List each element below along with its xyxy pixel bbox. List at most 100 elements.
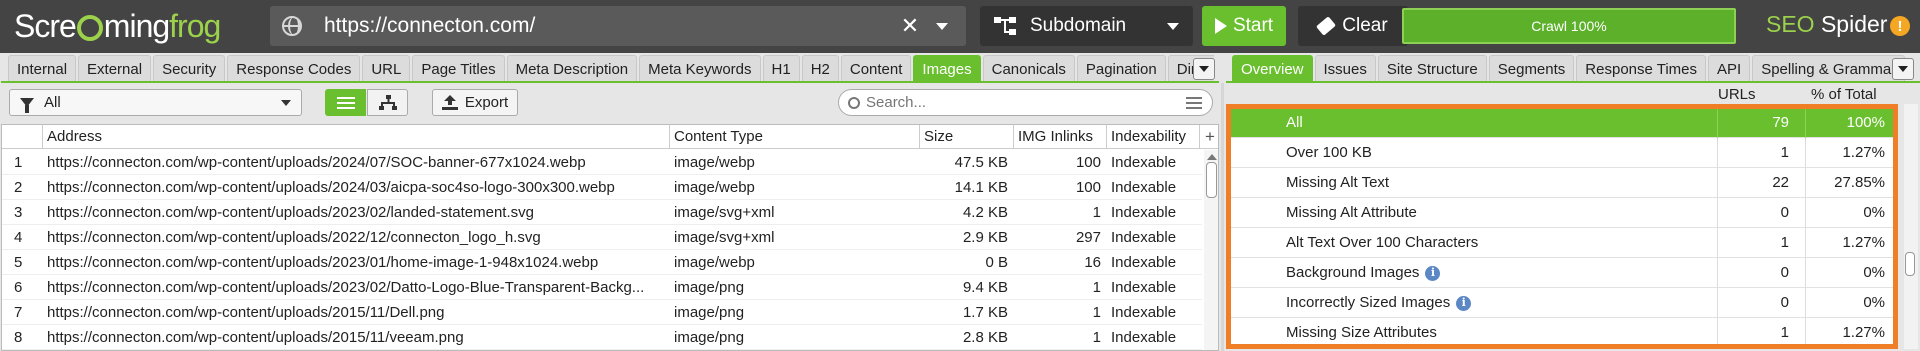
- tab-page-titles[interactable]: Page Titles: [412, 55, 505, 82]
- cell-content-type: image/png: [674, 329, 745, 346]
- tab-meta-keywords[interactable]: Meta Keywords: [639, 55, 761, 82]
- crawl-mode-select[interactable]: Subdomain: [980, 6, 1193, 46]
- tab-h2[interactable]: H2: [801, 55, 839, 82]
- cell-indexability: Indexable: [1111, 279, 1177, 296]
- tab-api[interactable]: API: [1708, 55, 1751, 82]
- row-number: 2: [14, 179, 23, 196]
- tab-meta-description[interactable]: Meta Description: [506, 55, 638, 82]
- overview-row-label: Missing Size Attributes: [1286, 318, 1437, 344]
- overview-row[interactable]: All 79 100%: [1231, 109, 1893, 138]
- search-input[interactable]: [866, 94, 1186, 111]
- cell-size: 4.2 KB: [962, 204, 1008, 221]
- table-row[interactable]: 3 https://connecton.com/wp-content/upload…: [2, 200, 1202, 225]
- chevron-down-icon: [1167, 22, 1179, 30]
- start-button[interactable]: Start: [1202, 6, 1286, 46]
- table-row[interactable]: 8 https://connecton.com/wp-content/upload…: [2, 325, 1202, 350]
- column-header-size[interactable]: Size: [920, 125, 1014, 149]
- tab-issues[interactable]: Issues: [1314, 55, 1376, 82]
- tab-images[interactable]: Images: [913, 55, 981, 82]
- search-box[interactable]: [838, 89, 1213, 116]
- overview-column-urls[interactable]: URLs: [1718, 86, 1756, 103]
- table-row[interactable]: 2 https://connecton.com/wp-content/upload…: [2, 175, 1202, 200]
- table-row[interactable]: 5 https://connecton.com/wp-content/upload…: [2, 250, 1202, 275]
- overview-label-text: Missing Alt Text: [1286, 174, 1390, 191]
- add-column-icon[interactable]: +: [1200, 125, 1218, 149]
- cell-indexability: Indexable: [1111, 204, 1177, 221]
- url-input[interactable]: https://connecton.com/: [324, 14, 898, 38]
- cell-content-type: image/webp: [674, 254, 755, 271]
- cell-size: 0 B: [985, 254, 1008, 271]
- panel-splitter[interactable]: [1221, 83, 1224, 351]
- overview-row[interactable]: Over 100 KB 1 1.27%: [1231, 138, 1893, 168]
- cell-size: 14.1 KB: [954, 179, 1008, 196]
- cell-img-inlinks: 1: [1092, 279, 1101, 296]
- cell-content-type: image/svg+xml: [674, 204, 775, 221]
- overview-row[interactable]: Background Images i 0 0%: [1231, 258, 1893, 288]
- tab-overview[interactable]: Overview: [1232, 55, 1313, 82]
- tab-response-codes[interactable]: Response Codes: [227, 55, 361, 82]
- list-view-button[interactable]: [325, 89, 366, 116]
- column-header-img-inlinks[interactable]: IMG Inlinks: [1014, 125, 1107, 149]
- overview-row-label: Missing Alt Attribute: [1286, 198, 1417, 228]
- overview-column-pct[interactable]: % of Total: [1811, 86, 1877, 103]
- table-row[interactable]: 1 https://connecton.com/wp-content/upload…: [2, 150, 1202, 175]
- overview-row[interactable]: Missing Alt Text 22 27.85%: [1231, 168, 1893, 198]
- info-icon[interactable]: i: [1456, 295, 1472, 311]
- overview-row[interactable]: Incorrectly Sized Images i 0 0%: [1231, 288, 1893, 318]
- column-header-content-type[interactable]: Content Type: [670, 125, 920, 149]
- tab-external[interactable]: External: [78, 55, 152, 82]
- cell-address: https://connecton.com/wp-content/uploads…: [47, 329, 464, 346]
- tab-segments[interactable]: Segments: [1488, 55, 1575, 82]
- table-row[interactable]: 4 https://connecton.com/wp-content/upload…: [2, 225, 1202, 250]
- row-number-header: [2, 125, 43, 149]
- top-bar: Scre ming frog https://connecton.com/ ✕ Su…: [0, 0, 1920, 53]
- tree-view-button[interactable]: [367, 89, 408, 116]
- overview-row-label: All: [1286, 109, 1303, 138]
- info-icon[interactable]: i: [1425, 265, 1441, 281]
- table-row[interactable]: 7 https://connecton.com/wp-content/upload…: [2, 300, 1202, 325]
- clear-url-icon[interactable]: ✕: [898, 13, 922, 39]
- update-alert-icon[interactable]: !: [1890, 16, 1910, 36]
- overview-row-pct: 0%: [1805, 288, 1893, 318]
- overview-row[interactable]: Missing Size Attributes 1 1.27%: [1231, 318, 1893, 344]
- tab-spelling-grammar[interactable]: Spelling & Grammar: [1752, 55, 1906, 82]
- overview-row[interactable]: Alt Text Over 100 Characters 1 1.27%: [1231, 228, 1893, 258]
- clear-button[interactable]: Clear: [1298, 6, 1408, 46]
- url-bar[interactable]: https://connecton.com/ ✕: [270, 6, 966, 46]
- search-options-icon[interactable]: [1186, 96, 1202, 109]
- overview-row-pct: 1.27%: [1805, 318, 1893, 344]
- cell-content-type: image/webp: [674, 154, 755, 171]
- tab-response-times[interactable]: Response Times: [1576, 55, 1707, 82]
- table-row[interactable]: 6 https://connecton.com/wp-content/upload…: [2, 275, 1202, 300]
- overview-row-urls: 0: [1717, 258, 1795, 288]
- overview-row[interactable]: Missing Alt Attribute 0 0%: [1231, 198, 1893, 228]
- tab-h1[interactable]: H1: [762, 55, 800, 82]
- overview-scrollbar[interactable]: [1904, 104, 1918, 349]
- left-tabs-more-button[interactable]: [1193, 58, 1215, 80]
- eraser-icon: [1316, 16, 1337, 36]
- filter-select[interactable]: All: [9, 89, 302, 116]
- overview-label-text: Background Images: [1286, 264, 1420, 281]
- tab-content[interactable]: Content: [840, 55, 912, 82]
- logo-o-icon: [76, 15, 103, 41]
- tab-canonicals[interactable]: Canonicals: [982, 55, 1075, 82]
- tab-internal[interactable]: Internal: [8, 55, 77, 82]
- tab-url[interactable]: URL: [362, 55, 411, 82]
- overview-row-urls: 1: [1717, 138, 1795, 168]
- tab-site-structure[interactable]: Site Structure: [1377, 55, 1487, 82]
- row-number: 5: [14, 254, 23, 271]
- overview-row-pct: 27.85%: [1805, 168, 1893, 198]
- cell-size: 1.7 KB: [962, 304, 1008, 321]
- scrollbar-thumb: [1905, 252, 1915, 276]
- right-tabs-more-button[interactable]: [1892, 58, 1914, 80]
- tab-pagination[interactable]: Pagination: [1076, 55, 1166, 82]
- export-button[interactable]: Export: [432, 89, 518, 116]
- url-history-dropdown-icon[interactable]: [936, 22, 948, 30]
- cell-indexability: Indexable: [1111, 229, 1177, 246]
- overview-row-pct: 1.27%: [1805, 228, 1893, 258]
- table-scrollbar[interactable]: [1204, 150, 1218, 350]
- column-header-address[interactable]: Address: [43, 125, 670, 149]
- tab-security[interactable]: Security: [153, 55, 226, 82]
- cell-size: 2.8 KB: [962, 329, 1008, 346]
- column-header-indexability[interactable]: Indexability: [1107, 125, 1200, 149]
